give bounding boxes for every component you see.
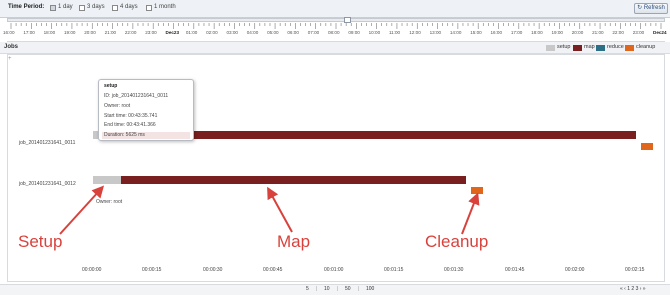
pager-separator: | <box>337 286 339 292</box>
pager: 5 | 10 | 50 | 100 « ‹ 1 2 3 › » <box>0 284 670 295</box>
pager-separator: | <box>316 286 318 292</box>
arrow-icon <box>267 186 293 233</box>
arrow-icon <box>59 185 105 235</box>
arrow-icon <box>461 192 480 235</box>
page-size-100[interactable]: 100 <box>366 286 374 292</box>
pager-separator: | <box>358 286 360 292</box>
annotation-map: Map <box>277 232 311 251</box>
annotation-arrows <box>59 185 480 235</box>
annotation-setup: Setup <box>18 232 63 251</box>
page-size-50[interactable]: 50 <box>345 286 351 292</box>
pager-navigation[interactable]: « ‹ 1 2 3 › » <box>620 286 646 292</box>
page-size-10[interactable]: 10 <box>324 286 330 292</box>
annotation-cleanup: Cleanup <box>425 232 489 251</box>
page-size-5[interactable]: 5 <box>306 286 309 292</box>
